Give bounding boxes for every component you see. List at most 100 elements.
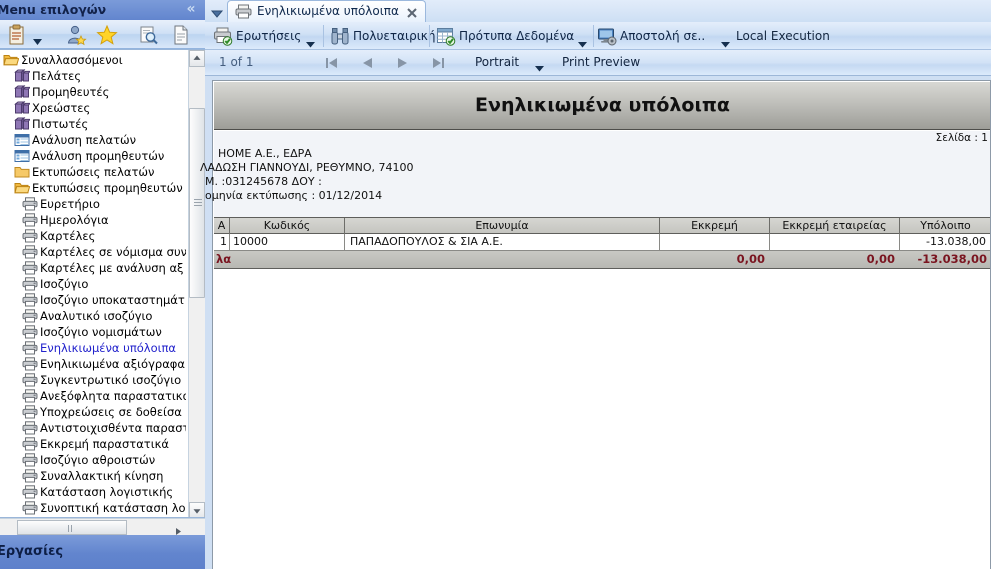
tree-item[interactable]: Καρτέλες (0, 228, 186, 244)
printer-icon (22, 309, 38, 323)
tree-item[interactable]: Πελάτες (0, 68, 186, 84)
tree-item[interactable]: Ισοζύγιο υποκαταστημάτ (0, 292, 186, 308)
previous-page-button[interactable] (360, 56, 375, 70)
tree-item[interactable]: Συναλλακτική κίνηση (0, 468, 186, 484)
first-page-button[interactable] (324, 56, 339, 70)
tree-item-label: Ισοζύγιο (40, 277, 89, 291)
column-header-name: Επωνυμία (345, 218, 660, 234)
tree-item[interactable]: Ημερολόγια (0, 212, 186, 228)
tree-horizontal-scrollbar[interactable] (0, 518, 205, 551)
document-icon[interactable] (170, 24, 192, 46)
execution-mode-label[interactable]: Local Execution (736, 24, 830, 48)
send-to-dropdown-icon[interactable] (721, 33, 730, 48)
star-icon[interactable] (96, 24, 118, 46)
tree-item[interactable]: Εκκρεμή παραστατικά (0, 436, 186, 452)
tab-label: Ενηλικιωμένα υπόλοιπα (257, 4, 399, 18)
tree-item[interactable]: Χρεώστες (0, 100, 186, 116)
column-header-company-pending: Εκκρεμή εταιρείας (770, 218, 900, 234)
tree-item-label: Εκκρεμή παραστατικά (40, 437, 169, 451)
ribbon-button-label: Ερωτήσεις (236, 29, 302, 43)
tree-item-label: Συναλλακτική κίνηση (40, 469, 164, 483)
tree-item[interactable]: Κατάσταση λογιστικής (0, 484, 186, 500)
printer-icon (22, 325, 38, 339)
tree-item[interactable]: Συνοπτική κατάσταση λο (0, 500, 186, 516)
tree-item[interactable]: Ανάλυση πελατών (0, 132, 186, 148)
database-icon (14, 116, 32, 131)
tree-item[interactable]: Πιστωτές (0, 116, 186, 132)
scroll-down-button[interactable] (189, 502, 205, 517)
printer-icon (22, 293, 38, 307)
printer-icon (22, 213, 38, 227)
tree-vertical-scrollbar[interactable] (188, 50, 205, 517)
last-page-button[interactable] (431, 56, 446, 70)
tree-item[interactable]: Καρτέλες με ανάλυση αξ (0, 260, 186, 276)
close-icon[interactable] (405, 5, 419, 19)
tree-item[interactable]: Ενηλικιωμένα υπόλοιπα (0, 340, 186, 356)
tree-item[interactable]: Ισοζύγιο αθροιστών (0, 452, 186, 468)
database-icon (14, 68, 32, 83)
ribbon-button-multicompany[interactable]: Πολυεταιρική (330, 24, 435, 48)
table-row[interactable]: 1 10000 ΠΑΠΑΔΟΠΟΥΛΟΣ & ΣΙΑ Α.Ε. -13.038,… (214, 234, 991, 251)
menu-tree[interactable]: Συναλλασσόμενοι Πελάτες Προμηθευτές Χρεώστε… (0, 52, 186, 517)
collapse-panel-icon[interactable]: « (183, 1, 199, 17)
tree-item[interactable]: Συγκεντρωτικό ισοζύγιο (0, 372, 186, 388)
tree-item[interactable]: Ισοζύγιο (0, 276, 186, 292)
hscroll-right-button[interactable] (173, 522, 183, 535)
next-page-button[interactable] (395, 56, 410, 70)
tree-item-label: Ισοζύγιο υποκαταστημάτ (40, 293, 185, 307)
printer-icon (22, 261, 38, 275)
tasks-section-bar[interactable]: Εργασίες (0, 535, 205, 569)
printer-icon (22, 373, 38, 387)
report-page-label: Σελίδα : 1 (935, 132, 988, 144)
tree-item[interactable]: Καρτέλες σε νόμισμα συν (0, 244, 186, 260)
tree-hscroll-thumb[interactable] (17, 520, 127, 551)
user-favorite-icon[interactable] (66, 24, 88, 46)
printer-icon (22, 421, 38, 435)
scroll-thumb-grip (194, 199, 202, 207)
totals-pending: 0,00 (736, 252, 765, 266)
tree-item[interactable]: Αντιστοιχισθέντα παραστ (0, 420, 186, 436)
tree-item[interactable]: Ενηλικιωμένα αξιόγραφα (0, 356, 186, 372)
clipboard-icon[interactable] (6, 24, 28, 46)
clipboard-dropdown-icon[interactable] (33, 31, 42, 45)
printer-icon (22, 405, 38, 419)
report-viewport[interactable]: Ενηλικιωμένα υπόλοιπα Σελίδα : 1 HOME A.… (200, 76, 991, 569)
chevron-down-icon[interactable] (535, 61, 544, 72)
tree-item[interactable]: Αναλυτικό ισοζύγιο (0, 308, 186, 324)
ribbon-button-template-data[interactable]: Πρότυπα Δεδομένα (436, 24, 574, 48)
tree-item[interactable]: Ανάλυση προμηθευτών (0, 148, 186, 164)
print-preview-label[interactable]: Print Preview (562, 55, 640, 69)
tree-item[interactable]: Υποχρεώσεις σε δοθείσα (0, 404, 186, 420)
column-header-pending: Εκκρεμή (660, 218, 770, 234)
tab-aged-balances[interactable]: Ενηλικιωμένα υπόλοιπα (227, 0, 426, 22)
tree-item-label: Ανάλυση προμηθευτών (32, 149, 165, 163)
tree-item[interactable]: Εκτυπώσεις προμηθευτών (0, 180, 186, 196)
cell-index: 1 (214, 234, 230, 250)
tree-item[interactable]: Συναλλασσόμενοι (0, 52, 186, 68)
tree-item[interactable]: Ευρετήριο (0, 196, 186, 212)
tree-item[interactable]: Εκτυπώσεις πελατών (0, 164, 186, 180)
tree-item-label: Ημερολόγια (40, 213, 109, 227)
template-data-dropdown-icon[interactable] (578, 33, 587, 48)
search-icon[interactable] (138, 24, 160, 46)
tree-item-label: Καρτέλες σε νόμισμα συν (40, 245, 186, 259)
printer-icon (22, 357, 38, 371)
cell-name: ΠΑΠΑΔΟΠΟΥΛΟΣ & ΣΙΑ Α.Ε. (345, 234, 660, 250)
tree-item-label: Συγκεντρωτικό ισοζύγιο (40, 373, 182, 387)
ribbon-button-questions[interactable]: Ερωτήσεις (213, 24, 301, 48)
ribbon-button-send-to[interactable]: Αποστολή σε.. (597, 24, 705, 48)
orientation-label[interactable]: Portrait (475, 55, 519, 69)
scroll-up-button[interactable] (189, 50, 205, 67)
ribbon-button-label: Πολυεταιρική (353, 29, 436, 43)
column-header-index: Α (214, 218, 230, 234)
tree-item[interactable]: Προμηθευτές (0, 84, 186, 100)
tree-item[interactable]: Ισοζύγιο νομισμάτων (0, 324, 186, 340)
printer-icon (22, 501, 38, 515)
tree-item[interactable]: Ανεξόφλητα παραστατικα (0, 388, 186, 404)
cell-balance: -13.038,00 (926, 235, 986, 248)
questions-dropdown-icon[interactable] (306, 33, 315, 48)
tree-item-label: Εκτυπώσεις προμηθευτών (32, 181, 183, 195)
chevron-down-icon[interactable] (210, 5, 224, 18)
tree-scroll-thumb[interactable] (189, 108, 205, 298)
database-icon (14, 84, 32, 99)
